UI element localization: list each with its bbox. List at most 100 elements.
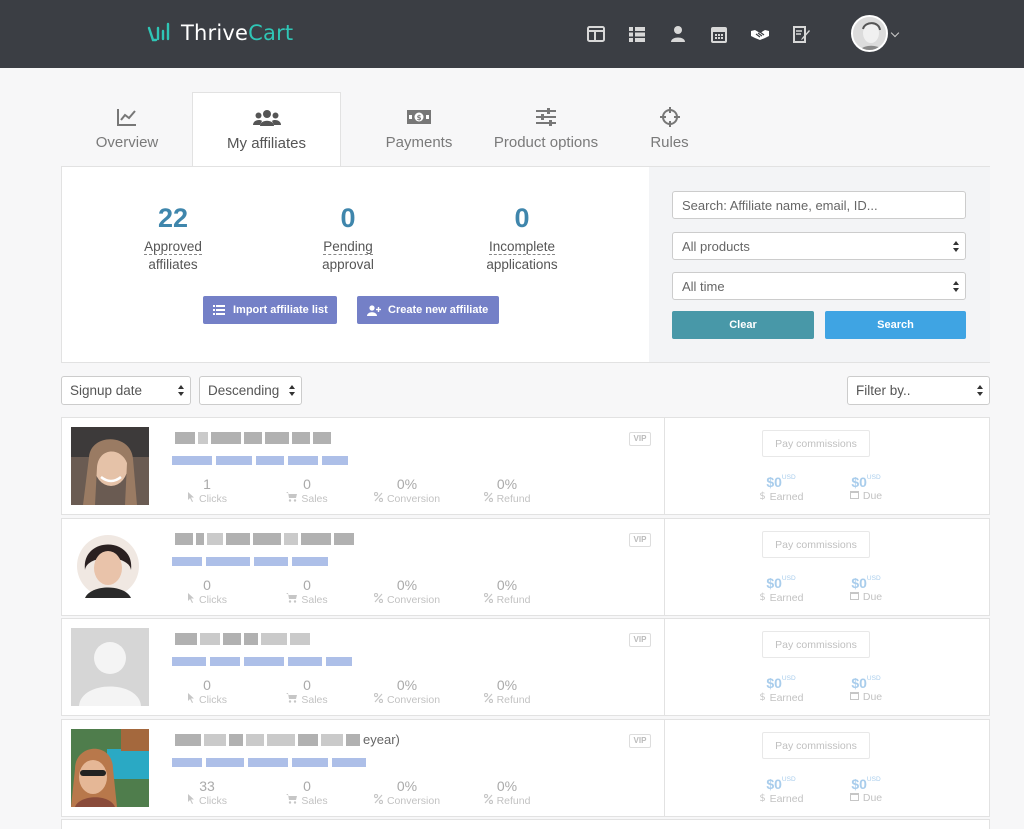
due-label: Due	[862, 490, 883, 502]
edit-document-icon[interactable]	[791, 24, 811, 44]
list-item[interactable]: eyear) VIP 33 Clicks 0 Sales 0% Conversi…	[61, 719, 990, 817]
clicks-label: Clicks	[199, 693, 227, 706]
search-placeholder: Search: Affiliate name, email, ID...	[682, 197, 878, 213]
tab-payments[interactable]: $ Payments	[354, 92, 484, 167]
sales-value: 0	[303, 677, 311, 693]
pay-commissions-button[interactable]: Pay commissions	[762, 531, 870, 558]
affiliates-summary-panel: 22 Approved affiliates 0 Pending approval …	[61, 166, 990, 363]
pay-commissions-button[interactable]: Pay commissions	[762, 732, 870, 759]
list-item[interactable]: VIP 1 Clicks 0 Sales 0% Conversion 0% Re…	[61, 417, 990, 515]
chevron-down-icon[interactable]	[890, 28, 900, 38]
handshake-icon[interactable]	[750, 24, 770, 44]
currency-label: USD	[866, 675, 881, 682]
stat-label-line2: approval	[322, 257, 374, 272]
clicks-value: 0	[203, 677, 211, 693]
sales-value: 0	[303, 476, 311, 492]
sales-value: 0	[303, 778, 311, 794]
affiliate-name-suffix: eyear)	[363, 732, 400, 747]
row-divider	[664, 418, 665, 514]
list-item[interactable]: VIP 0 Clicks 0 Sales 0% Conversion 0% Re…	[61, 618, 990, 716]
tab-label: Payments	[385, 134, 453, 151]
metric-refund: 0% Refund	[462, 577, 552, 606]
metric-refund: 0% Refund	[462, 677, 552, 706]
calendar-icon	[849, 792, 863, 804]
tab-rules[interactable]: Rules	[627, 92, 712, 167]
list-icon	[213, 305, 225, 315]
stat-label-line2: affiliates	[148, 257, 198, 272]
clicks-label: Clicks	[199, 492, 227, 505]
select-arrows-icon	[953, 281, 959, 292]
currency-label: USD	[866, 776, 881, 783]
sort-field-select[interactable]: Signup date	[61, 376, 191, 405]
search-button[interactable]: Search	[825, 311, 966, 339]
pay-commissions-button[interactable]: Pay commissions	[762, 430, 870, 457]
user-icon[interactable]	[668, 24, 688, 44]
due-label: Due	[862, 792, 883, 804]
affiliate-name-redacted[interactable]	[175, 734, 363, 746]
vip-badge[interactable]: VIP	[629, 734, 651, 748]
users-icon	[252, 110, 281, 126]
chart-line-icon	[117, 109, 136, 126]
stat-pending[interactable]: 0 Pending approval	[283, 203, 413, 274]
due-label: Due	[862, 691, 883, 703]
clicks-value: 33	[199, 778, 215, 794]
tab-product-options[interactable]: Product options	[480, 92, 612, 167]
sliders-icon	[536, 108, 556, 126]
currency-label: USD	[866, 575, 881, 582]
refund-value: 0%	[496, 476, 518, 492]
currency-label: USD	[781, 675, 796, 682]
metric-clicks: 0 Clicks	[162, 677, 252, 706]
metric-sales: 0 Sales	[262, 476, 352, 505]
affiliate-name-redacted[interactable]	[175, 633, 313, 645]
top-navbar: ThriveCart	[0, 0, 1024, 68]
pay-commissions-button[interactable]: Pay commissions	[762, 631, 870, 658]
percent-icon	[483, 793, 497, 807]
vip-badge[interactable]: VIP	[629, 633, 651, 647]
currency-label: USD	[781, 474, 796, 481]
metric-sales: 0 Sales	[262, 778, 352, 807]
list-icon[interactable]	[627, 24, 647, 44]
time-select[interactable]: All time	[672, 272, 966, 300]
calendar-icon[interactable]	[709, 24, 729, 44]
affiliate-search-input[interactable]: Search: Affiliate name, email, ID...	[672, 191, 966, 219]
stat-value: 0	[340, 203, 356, 233]
due-value: $0	[851, 575, 867, 591]
sales-label: Sales	[301, 693, 328, 706]
due-value: $0	[851, 776, 867, 792]
percent-icon	[373, 491, 387, 505]
due-amount: $0USD Due	[831, 675, 901, 703]
earned-value: $0	[766, 675, 782, 691]
clicks-value: 0	[203, 577, 211, 593]
due-amount: $0USD Due	[831, 575, 901, 603]
money-icon: $	[407, 110, 431, 124]
products-select[interactable]: All products	[672, 232, 966, 260]
create-new-affiliate-button[interactable]: Create new affiliate	[357, 296, 499, 324]
tab-my-affiliates[interactable]: My affiliates	[192, 92, 341, 167]
filter-by-select[interactable]: Filter by..	[847, 376, 990, 405]
vip-badge[interactable]: VIP	[629, 432, 651, 446]
brand-name-a: Thrive	[181, 21, 249, 45]
tab-overview[interactable]: Overview	[62, 92, 192, 167]
stat-label-line1: Approved	[144, 239, 202, 255]
cart-icon	[286, 794, 301, 807]
affiliate-name-redacted[interactable]	[175, 533, 357, 545]
list-item[interactable]: VIP 0 Clicks 0 Sales 0% Conversion 0% Re…	[61, 518, 990, 616]
svg-text:$: $	[759, 592, 765, 601]
cursor-icon	[187, 492, 199, 505]
sort-order-select[interactable]: Descending	[199, 376, 302, 405]
thrivecart-logo[interactable]: ThriveCart	[147, 20, 293, 46]
metric-sales: 0 Sales	[262, 677, 352, 706]
svg-text:$: $	[759, 793, 765, 802]
stat-incomplete[interactable]: 0 Incomplete applications	[457, 203, 587, 274]
dashboard-icon[interactable]	[586, 24, 606, 44]
clicks-value: 1	[203, 476, 211, 492]
affiliate-name-redacted[interactable]	[175, 432, 334, 444]
earned-label: Earned	[769, 691, 804, 704]
cursor-icon	[187, 693, 199, 706]
stat-approved[interactable]: 22 Approved affiliates	[108, 203, 238, 274]
refund-label: Refund	[496, 492, 531, 505]
clear-button[interactable]: Clear	[672, 311, 814, 339]
import-affiliate-list-button[interactable]: Import affiliate list	[203, 296, 337, 324]
user-avatar[interactable]	[851, 15, 888, 52]
vip-badge[interactable]: VIP	[629, 533, 651, 547]
